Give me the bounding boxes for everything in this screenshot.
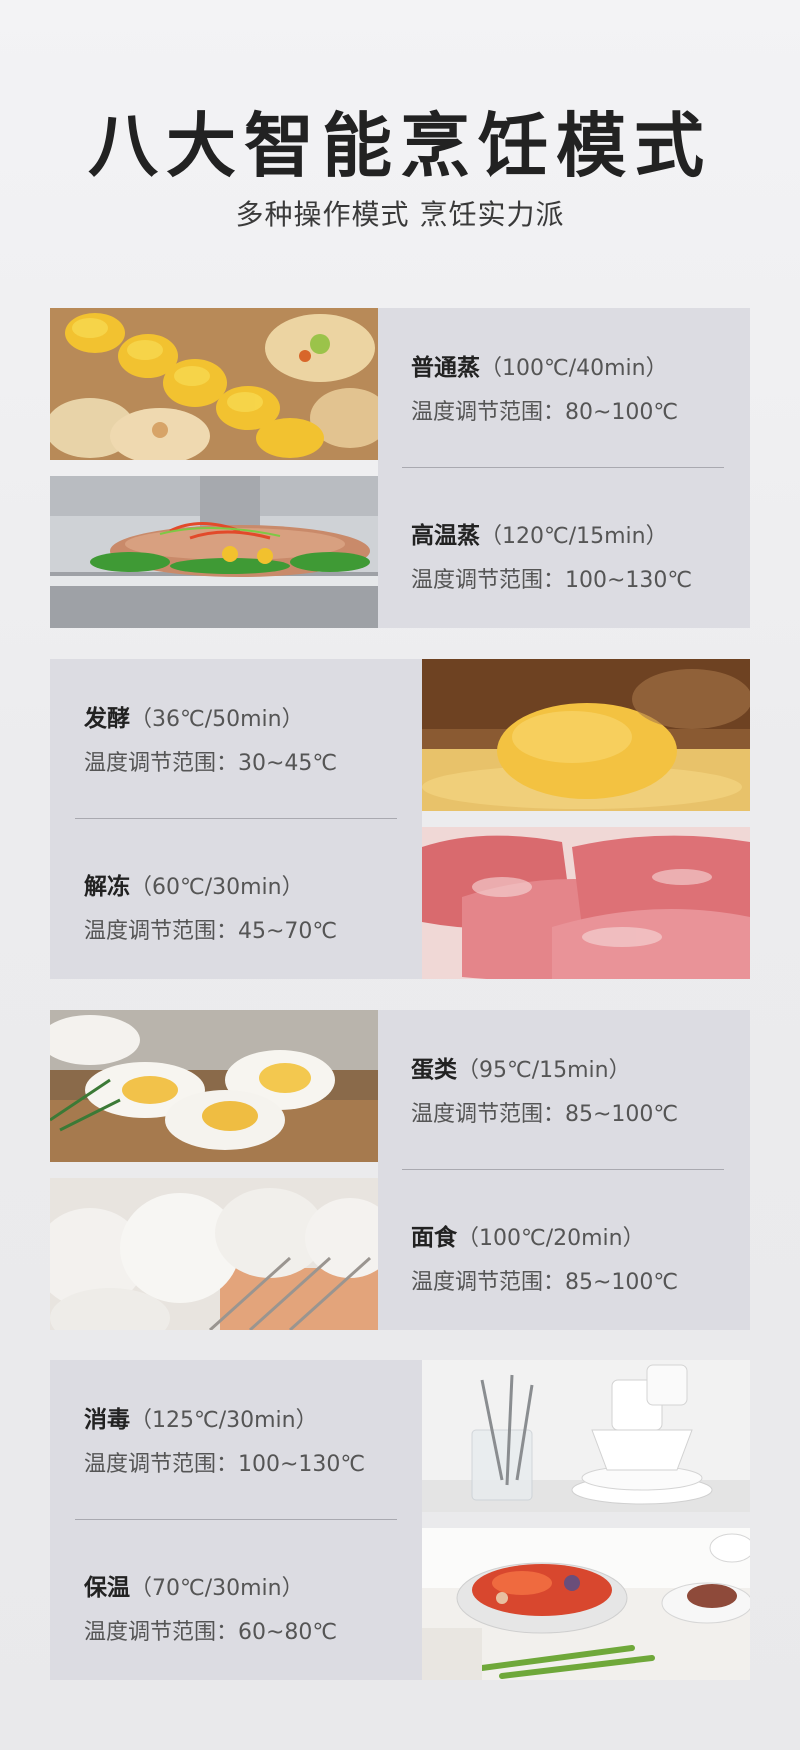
mode-range: 温度调节范围：80~100℃	[411, 400, 679, 425]
divider	[75, 1519, 397, 1520]
mode-name: 蛋类	[411, 1057, 457, 1083]
dough-photo	[422, 659, 750, 811]
mode-item: 消毒（125℃/30min） 温度调节范围：100~130℃	[84, 1400, 404, 1478]
page-title: 八大智能烹饪模式	[88, 105, 712, 187]
mode-range: 温度调节范围：45~70℃	[84, 919, 338, 944]
mode-range: 温度调节范围：85~100℃	[411, 1102, 679, 1127]
mode-group-2: 发酵（36℃/50min） 温度调节范围：30~45℃ 解冻（60℃/30min…	[50, 659, 750, 979]
mode-detail: （120℃/15min）	[480, 524, 668, 549]
mode-name: 高温蒸	[411, 523, 480, 549]
mode-detail: （60℃/30min）	[130, 875, 304, 900]
mode-range: 温度调节范围：100~130℃	[84, 1452, 366, 1477]
steamed-fish-photo	[50, 476, 378, 628]
mode-item: 面食（100℃/20min） 温度调节范围：85~100℃	[411, 1218, 731, 1296]
mode-name: 发酵	[84, 706, 130, 732]
divider	[75, 818, 397, 819]
mode-name: 消毒	[84, 1407, 130, 1433]
mode-item: 蛋类（95℃/15min） 温度调节范围：85~100℃	[411, 1050, 731, 1128]
mode-item: 高温蒸（120℃/15min） 温度调节范围：100~130℃	[411, 516, 731, 594]
mode-detail: （70℃/30min）	[130, 1576, 304, 1601]
corn-scallops-photo	[50, 308, 378, 460]
mode-detail: （95℃/15min）	[457, 1058, 631, 1083]
mode-range: 温度调节范围：85~100℃	[411, 1270, 679, 1295]
divider	[402, 1169, 724, 1170]
mode-item: 发酵（36℃/50min） 温度调节范围：30~45℃	[84, 699, 404, 777]
mode-range: 温度调节范围：100~130℃	[411, 568, 693, 593]
frozen-meat-photo	[422, 827, 750, 979]
mode-item: 普通蒸（100℃/40min） 温度调节范围：80~100℃	[411, 348, 731, 426]
tableware-photo	[422, 1360, 750, 1512]
mode-group-4: 消毒（125℃/30min） 温度调节范围：100~130℃ 保温（70℃/30…	[50, 1360, 750, 1680]
steamed-buns-photo	[50, 1178, 378, 1330]
mode-detail: （100℃/20min）	[457, 1226, 645, 1251]
mode-name: 普通蒸	[411, 355, 480, 381]
mode-item: 保温（70℃/30min） 温度调节范围：60~80℃	[84, 1568, 404, 1646]
mode-detail: （36℃/50min）	[130, 707, 304, 732]
mode-group-3: 蛋类（95℃/15min） 温度调节范围：85~100℃ 面食（100℃/20m…	[50, 1010, 750, 1330]
page-subtitle: 多种操作模式 烹饪实力派	[235, 198, 565, 231]
mode-group-1: 普通蒸（100℃/40min） 温度调节范围：80~100℃ 高温蒸（120℃/…	[50, 308, 750, 628]
mode-name: 面食	[411, 1225, 457, 1251]
boiled-eggs-photo	[50, 1010, 378, 1162]
seafood-platter-photo	[422, 1528, 750, 1680]
mode-name: 解冻	[84, 874, 130, 900]
mode-name: 保温	[84, 1575, 130, 1601]
mode-range: 温度调节范围：60~80℃	[84, 1620, 338, 1645]
mode-range: 温度调节范围：30~45℃	[84, 751, 338, 776]
mode-detail: （125℃/30min）	[130, 1408, 318, 1433]
mode-detail: （100℃/40min）	[480, 356, 668, 381]
mode-item: 解冻（60℃/30min） 温度调节范围：45~70℃	[84, 867, 404, 945]
divider	[402, 467, 724, 468]
